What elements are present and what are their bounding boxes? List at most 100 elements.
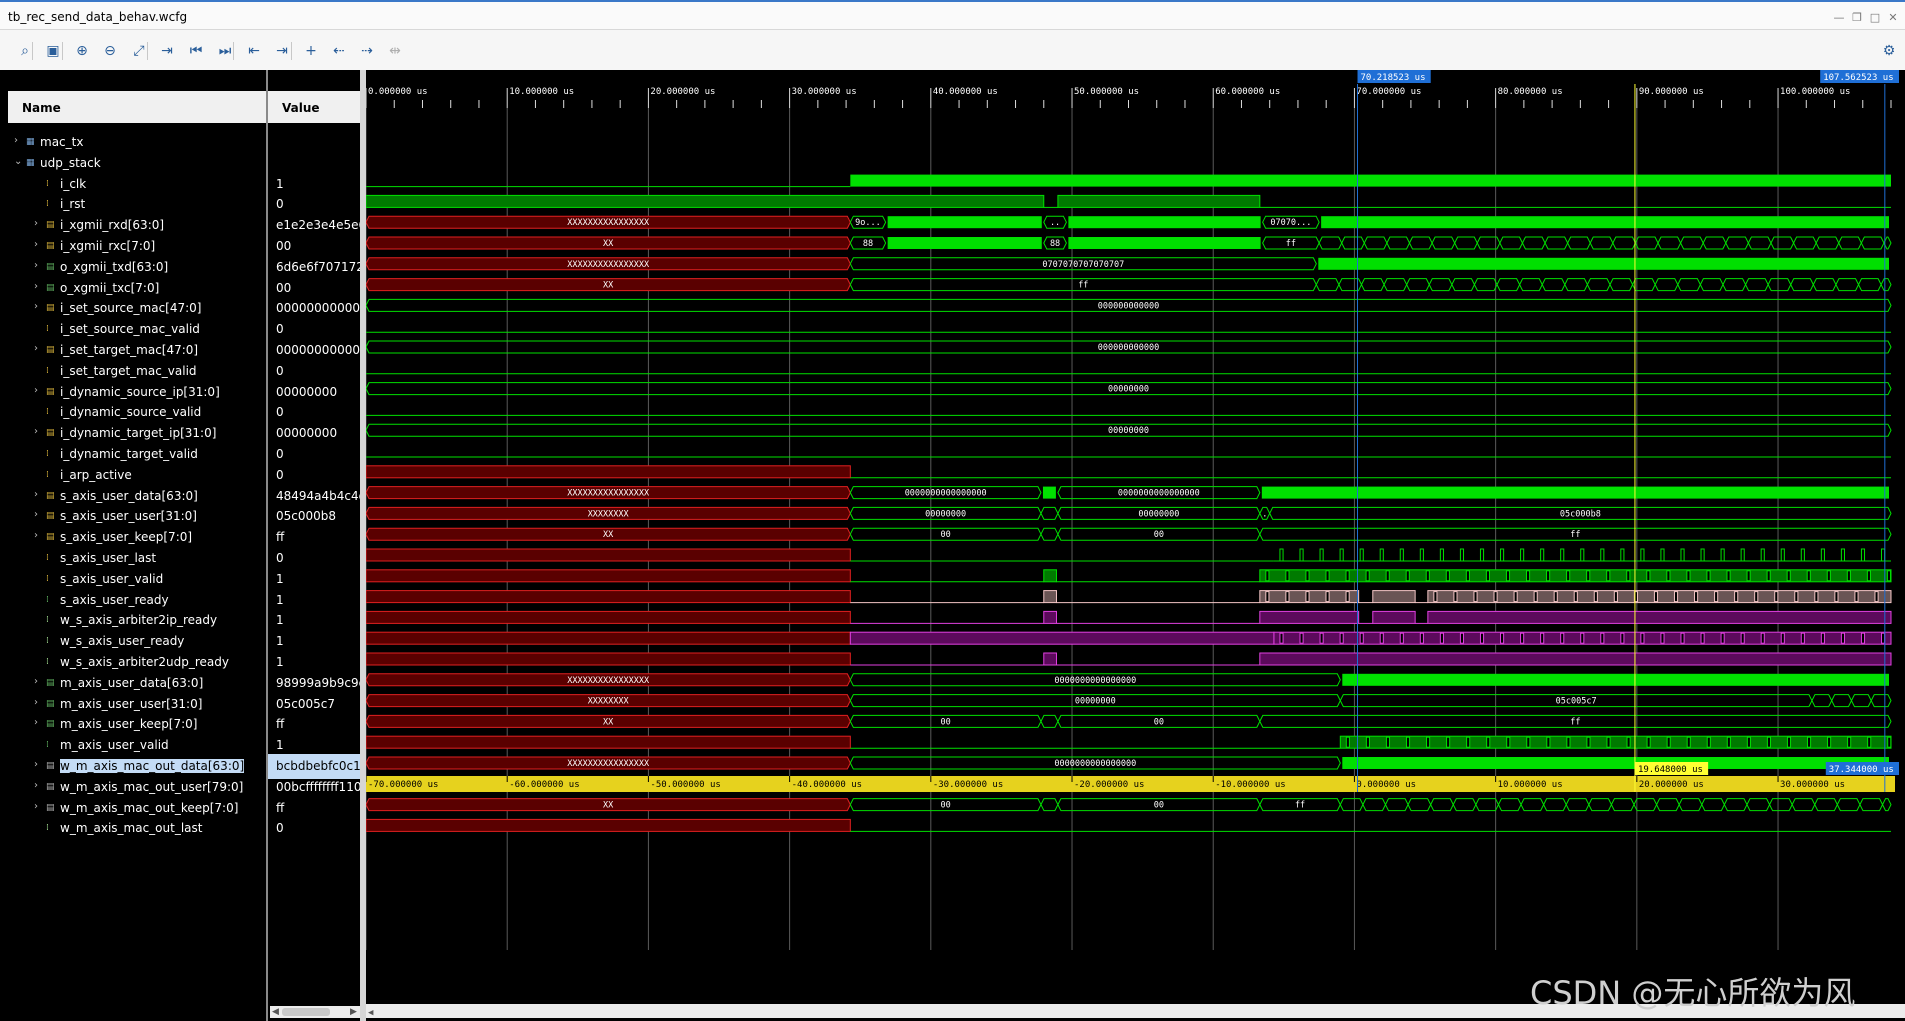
bus-transition [1363,236,1388,250]
bus-transition [1811,694,1833,708]
bus-value-label: 0000000000000000 [905,489,987,499]
bit-pulse [1325,591,1330,603]
scroll-right-icon[interactable]: ▶ [350,1006,357,1018]
go-to-start-icon[interactable]: ⏮ [185,41,207,61]
bit-pulse [1766,736,1771,748]
bus-transition [1452,798,1477,812]
expand-chevron-icon[interactable]: › [34,801,44,813]
bit-pulse [1299,548,1304,562]
expand-chevron-icon[interactable]: › [34,343,44,355]
expand-chevron-icon[interactable]: › [34,530,44,542]
add-marker-icon[interactable]: + [300,41,322,61]
scroll-left-icon[interactable]: ◀ [272,1006,279,1018]
bit-in-signal-icon: ⁞ [46,407,49,418]
signal-name: i_dynamic_target_valid [60,447,198,461]
bus-value-label: 88 [1050,239,1060,249]
bit-pulse [1887,736,1892,748]
expand-chevron-icon[interactable]: › [34,780,44,792]
expand-chevron-icon[interactable]: › [34,260,44,272]
signal-name: w_m_axis_mac_out_user[79:0] [60,779,244,794]
swap-cursors-icon[interactable]: ⇹ [384,41,406,61]
bit-out-signal-icon: ⁞ [46,594,49,605]
bus-transition [1341,236,1365,250]
bus-dense [887,237,1042,249]
bus-transition [1589,236,1614,250]
bus-transition [1632,278,1656,292]
previous-marker-icon[interactable]: ⇠ [328,41,350,61]
signal-names-pane: Name › ▦ mac_tx ⌄ ▦ udp_stack ⁞ i_clk ⁞ i_rst › ▤ i_… [8,70,266,1021]
expand-chevron-icon[interactable]: › [34,676,44,688]
expand-chevron-icon[interactable]: › [34,759,44,771]
bus-value-label: 88 [863,239,873,249]
bit-pulse [1586,570,1591,582]
expand-chevron-icon[interactable]: › [34,281,44,293]
go-to-cursor-icon[interactable]: ⇥ [156,41,178,61]
bit-pulse [1847,736,1852,748]
bus-value-label: 0000000000000000 [1054,759,1136,769]
bit-pulse [1626,570,1631,582]
expand-chevron-icon[interactable]: › [34,697,44,709]
delta-tick-label: 10.000000 us [1498,780,1563,790]
next-marker-icon[interactable]: ⇢ [356,41,378,61]
bus-transition [1612,236,1636,250]
previous-transition-icon[interactable]: ⇤ [243,41,265,61]
bit-high [1057,194,1261,208]
bus-value-label: 00 [1154,530,1164,540]
bit-in-signal-icon: ⁞ [46,553,49,563]
expand-chevron-icon[interactable]: › [34,717,44,729]
expand-chevron-icon[interactable]: › [34,509,44,521]
bit-pulse [1766,570,1771,582]
bus-in-signal-icon: ▤ [46,532,55,543]
bit-pulse [1533,591,1538,603]
bit-in-signal-icon: ⁞ [46,199,49,210]
bit-pulse [1620,548,1625,562]
bit-pulse [1720,548,1725,562]
expand-chevron-icon[interactable]: › [34,426,44,438]
bit-pulse [1520,548,1525,562]
bit-pulse [1459,632,1465,644]
bus-transition [1451,278,1476,292]
zoom-in-icon[interactable]: ⊕ [71,41,93,61]
expand-chevron-icon[interactable]: › [34,239,44,251]
minimize-icon[interactable]: — [1833,12,1845,23]
collapse-chevron-icon[interactable]: ⌄ [14,156,24,168]
bus-transition [1656,798,1680,812]
bus-dense [887,216,1042,229]
signal-row[interactable]: ⁞ w_m_axis_mac_out_last [8,816,266,841]
close-icon[interactable]: ✕ [1887,12,1899,23]
wave-scroll-left-icon: ◀ [368,1008,374,1018]
bit-high [1043,590,1057,604]
save-icon[interactable]: ▣ [42,41,64,61]
next-transition-icon[interactable]: ⇥ [271,41,293,61]
expand-chevron-icon[interactable]: › [34,301,44,313]
bus-dense [1068,216,1261,229]
bus-transition [1633,798,1658,812]
bus-dense [1068,237,1261,249]
bit-pulse [1680,632,1685,644]
toolbar-separator [233,42,234,60]
signal-name: s_axis_user_keep[7:0] [60,530,193,545]
bit-pulse [1345,736,1350,748]
expand-chevron-icon[interactable]: › [14,135,24,147]
values-horizontal-scrollbar[interactable]: ◀ ▶ [270,1006,360,1018]
bus-value-label: ff [1078,281,1088,291]
waveform-canvas[interactable]: 0.000000 us 10.000000 us 20.000000 us 30.00… [366,70,1905,1021]
bit-pulse [1600,548,1605,562]
bit-pulse [1734,591,1739,603]
settings-gear-icon[interactable]: ⚙ [1878,41,1900,61]
maximize-icon[interactable]: □ [1869,12,1881,23]
bus-transition [1746,798,1771,812]
expand-chevron-icon[interactable]: › [34,218,44,230]
expand-chevron-icon[interactable]: › [34,489,44,501]
delta-tick-label: -50.000000 us [650,780,720,790]
zoom-out-icon[interactable]: ⊖ [99,41,121,61]
bus-transition [1565,798,1590,812]
bit-pulse [1646,570,1651,582]
bit-high [1372,610,1416,624]
value-column-header[interactable]: Value [268,91,360,123]
scrollbar-thumb[interactable] [282,1008,330,1016]
name-column-header[interactable]: Name [8,91,266,123]
bus-dense [1342,673,1889,686]
restore-icon[interactable]: ❐ [1851,12,1863,23]
expand-chevron-icon[interactable]: › [34,385,44,397]
